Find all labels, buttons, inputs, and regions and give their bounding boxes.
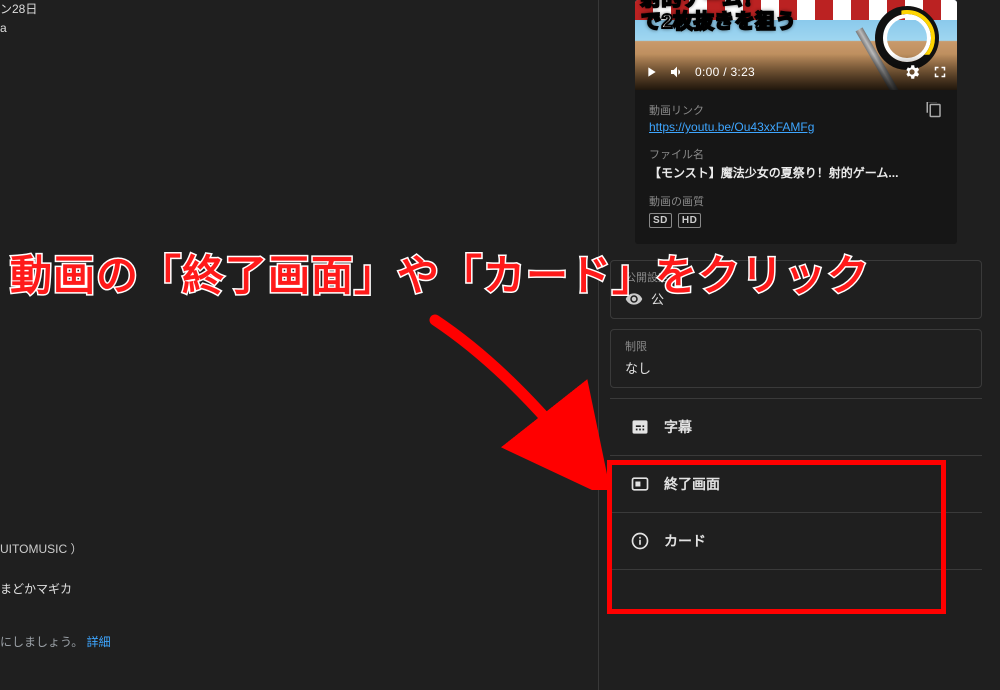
thumbnail-overlay-text: 射的ゲーム！ で2枚抜きを狙う	[641, 0, 796, 34]
annotation-text: 動画の「終了画面」や「カード」をクリック	[10, 242, 1000, 303]
restriction-label: 制限	[625, 338, 967, 354]
video-preview-card: 射的ゲーム！ で2枚抜きを狙う 0:00 / 3:23	[635, 0, 957, 244]
playback-time: 0:00 / 3:23	[695, 65, 755, 79]
left-top-fragment: ン28日 a	[0, 0, 37, 38]
anime-title-fragment: まどかマギカ	[0, 576, 111, 602]
video-meta: 動画リンク https://youtu.be/Ou43xxFAMFg ファイル名…	[635, 90, 957, 244]
gear-icon[interactable]	[903, 63, 921, 81]
copy-link-button[interactable]	[925, 102, 943, 121]
footer-fragment: にしましょう。 詳細	[0, 629, 111, 655]
left-bottom-fragment: UITOMUSIC ） まどかマギカ にしましょう。 詳細	[0, 536, 111, 655]
endscreen-icon	[630, 474, 650, 494]
quality-label: 動画の画質	[649, 193, 943, 209]
video-link-label: 動画リンク	[649, 102, 943, 118]
sd-badge: SD	[649, 213, 672, 228]
panel-divider	[598, 0, 599, 690]
video-link-row: 動画リンク https://youtu.be/Ou43xxFAMFg	[649, 102, 943, 134]
fullscreen-icon[interactable]	[931, 63, 949, 81]
subtitles-label: 字幕	[664, 417, 692, 437]
cards-row[interactable]: カード	[610, 512, 982, 570]
detail-link[interactable]: 詳細	[87, 635, 111, 649]
volume-icon[interactable]	[669, 64, 685, 80]
artist-fragment: UITOMUSIC ）	[0, 536, 111, 562]
hd-badge: HD	[678, 213, 701, 228]
endscreen-label: 終了画面	[664, 474, 720, 494]
video-link[interactable]: https://youtu.be/Ou43xxFAMFg	[649, 120, 814, 134]
left-cropped-area: ン28日 a UITOMUSIC ） まどかマギカ にしましょう。 詳細	[0, 0, 600, 690]
restriction-setting[interactable]: 制限 なし	[610, 329, 982, 388]
info-icon	[630, 531, 650, 551]
restriction-value: なし	[625, 358, 967, 377]
filename-row: ファイル名 【モンスト】魔法少女の夏祭り！射的ゲーム...	[649, 146, 943, 181]
subtitles-icon	[630, 417, 650, 437]
date-fragment: ン28日	[0, 0, 37, 19]
video-playbar: 0:00 / 3:23	[635, 54, 957, 90]
subtitles-row[interactable]: 字幕	[610, 398, 982, 456]
filename-label: ファイル名	[649, 146, 943, 162]
char-fragment: a	[0, 19, 37, 38]
play-icon[interactable]	[643, 64, 659, 80]
filename-value: 【モンスト】魔法少女の夏祭り！射的ゲーム...	[649, 164, 943, 181]
endscreen-row[interactable]: 終了画面	[610, 455, 982, 513]
cards-label: カード	[664, 531, 706, 551]
video-thumbnail[interactable]: 射的ゲーム！ で2枚抜きを狙う 0:00 / 3:23	[635, 0, 957, 90]
quality-row: 動画の画質 SD HD	[649, 193, 943, 228]
